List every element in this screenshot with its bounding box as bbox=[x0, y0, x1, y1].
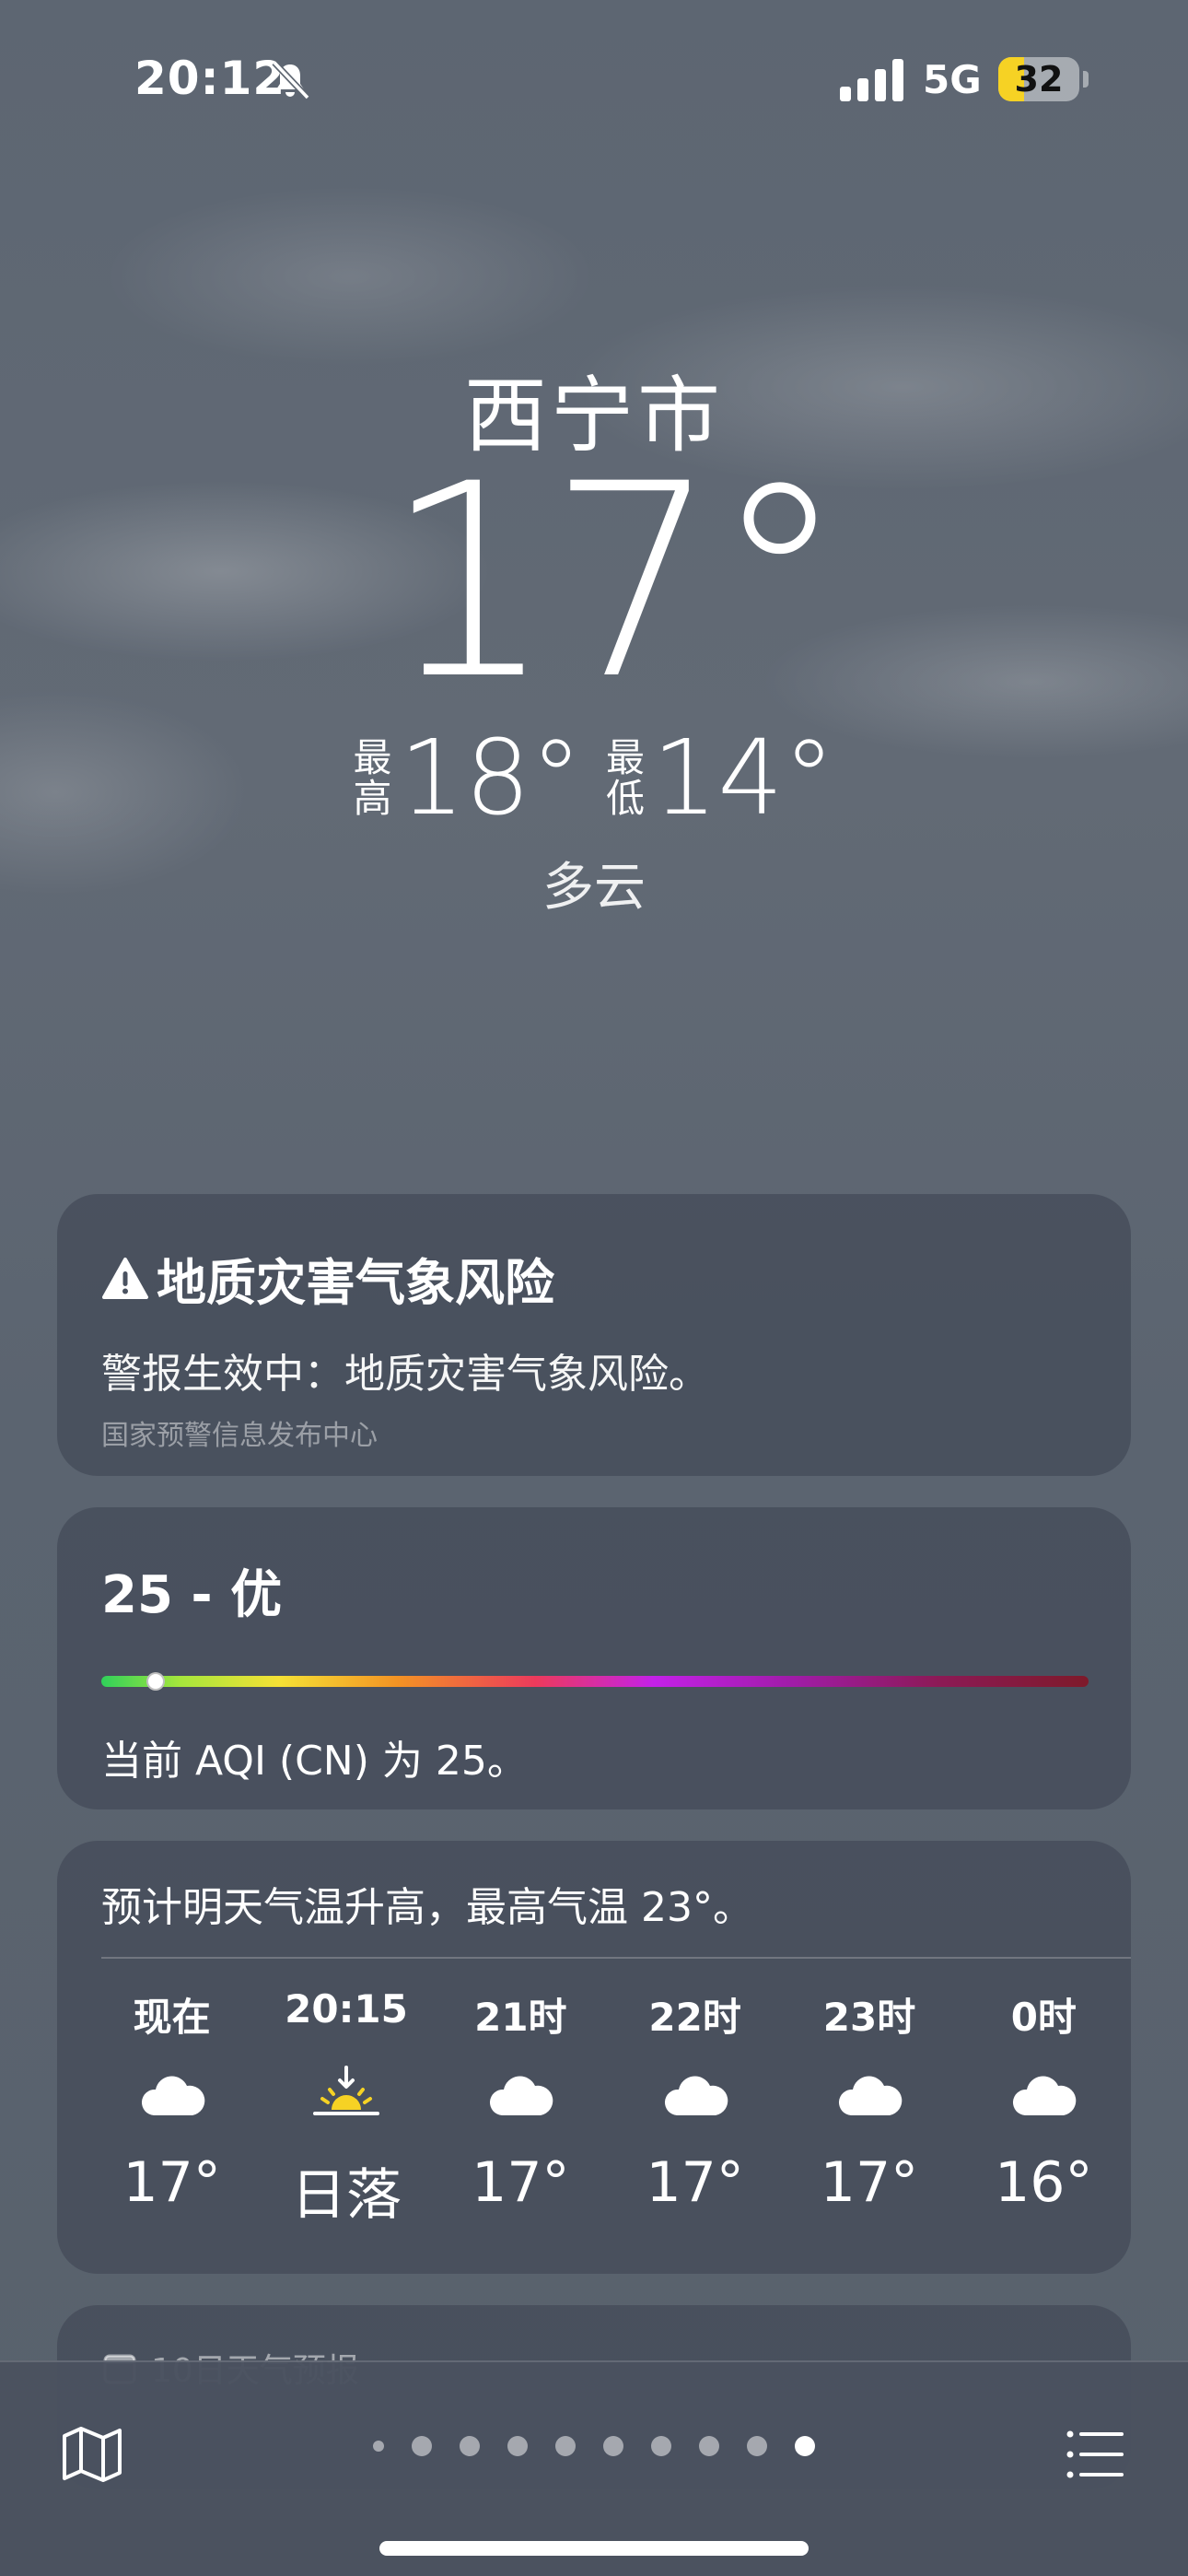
hour-value: 17° bbox=[472, 2150, 570, 2215]
cloud-icon bbox=[838, 2076, 903, 2115]
low-label-top: 最 bbox=[606, 735, 646, 780]
high-label: 最 高 bbox=[353, 738, 391, 819]
hour-item: 20:15 日落 bbox=[259, 1986, 433, 2231]
page-indicator[interactable] bbox=[0, 2436, 1188, 2456]
hour-item: 21时 17° bbox=[434, 1986, 608, 2231]
status-bar: 20:12 5G 32 bbox=[0, 0, 1188, 157]
cloud-icon bbox=[141, 2076, 204, 2115]
low-label-bottom: 低 bbox=[606, 776, 646, 821]
cloud-icon bbox=[1013, 2076, 1077, 2115]
air-quality-card[interactable]: 25 - 优 当前 AQI (CN) 为 25。 bbox=[57, 1507, 1131, 1809]
hour-item: 0时 16° bbox=[957, 1986, 1131, 2231]
weather-screen: 20:12 5G 32 西宁市 17° 最 高 18° 最 低 14° 多云 地… bbox=[0, 0, 1188, 2576]
hour-label: 20:15 bbox=[285, 1986, 408, 2032]
weather-condition: 多云 bbox=[542, 858, 646, 918]
high-label-bottom: 高 bbox=[353, 776, 392, 821]
page-dot[interactable] bbox=[507, 2436, 528, 2456]
divider bbox=[101, 1957, 1131, 1959]
hour-label: 23时 bbox=[822, 1995, 916, 2040]
page-dot[interactable] bbox=[699, 2436, 719, 2456]
page-dot[interactable] bbox=[603, 2436, 623, 2456]
signal-icon bbox=[840, 59, 903, 101]
alert-title: 地质灾害气象风险 bbox=[157, 1254, 554, 1312]
page-dot[interactable] bbox=[651, 2436, 671, 2456]
page-dot[interactable] bbox=[460, 2436, 480, 2456]
high-temperature-group: 最 高 18° bbox=[353, 727, 582, 830]
page-dot-active[interactable] bbox=[795, 2436, 815, 2456]
sunset-icon bbox=[312, 2066, 379, 2115]
aqi-value-label: 25 - 优 bbox=[101, 1565, 283, 1625]
battery-percent: 32 bbox=[1014, 59, 1064, 100]
weather-alert-card[interactable]: 地质灾害气象风险 警报生效中：地质灾害气象风险。 国家预警信息发布中心 bbox=[57, 1194, 1131, 1476]
hour-label: 21时 bbox=[474, 1995, 567, 2040]
hourly-summary: 预计明天气温升高，最高气温 23°。 bbox=[101, 1884, 753, 1931]
list-icon[interactable] bbox=[1061, 2421, 1127, 2488]
hour-value: 17° bbox=[122, 2150, 221, 2215]
page-dot[interactable] bbox=[373, 2441, 384, 2452]
hour-value: 日落 bbox=[290, 2163, 402, 2228]
page-dot[interactable] bbox=[747, 2436, 767, 2456]
aqi-indicator-dot bbox=[146, 1672, 165, 1691]
page-dot[interactable] bbox=[412, 2436, 432, 2456]
high-low-temperatures: 最 高 18° 最 低 14° bbox=[0, 727, 1188, 830]
high-temperature: 18° bbox=[399, 719, 582, 838]
bell-slash-icon bbox=[272, 60, 310, 100]
hour-item: 现在 17° bbox=[85, 1986, 259, 2231]
hour-item: 22时 17° bbox=[608, 1986, 782, 2231]
current-temperature: 17° bbox=[383, 427, 846, 738]
hourly-forecast-card[interactable]: 预计明天气温升高，最高气温 23°。 现在 17° 20:15 日落 21时 1… bbox=[57, 1841, 1131, 2274]
hour-label: 0时 bbox=[1010, 1995, 1077, 2040]
cloud-icon bbox=[490, 2076, 553, 2115]
alert-title-row: 地质灾害气象风险 bbox=[101, 1242, 1087, 1315]
high-label-top: 最 bbox=[353, 735, 392, 780]
aqi-description: 当前 AQI (CN) 为 25。 bbox=[101, 1738, 528, 1785]
aqi-scale-bar bbox=[101, 1672, 1089, 1691]
home-indicator[interactable] bbox=[379, 2541, 809, 2556]
hour-label: 22时 bbox=[648, 1995, 741, 2040]
warning-icon bbox=[102, 1257, 148, 1299]
low-temperature-group: 最 低 14° bbox=[606, 727, 835, 830]
low-temperature: 14° bbox=[652, 719, 835, 838]
alert-source: 国家预警信息发布中心 bbox=[101, 1420, 378, 1452]
network-type: 5G bbox=[923, 57, 982, 102]
low-label: 最 低 bbox=[606, 738, 645, 819]
page-dot[interactable] bbox=[555, 2436, 576, 2456]
status-time: 20:12 bbox=[134, 52, 286, 105]
alert-body: 警报生效中：地质灾害气象风险。 bbox=[101, 1351, 709, 1398]
hour-label: 现在 bbox=[133, 1995, 211, 2040]
hour-value: 17° bbox=[820, 2150, 919, 2215]
battery-indicator: 32 bbox=[998, 57, 1079, 101]
hourly-list[interactable]: 现在 17° 20:15 日落 21时 17° 22时 17° 23时 17° … bbox=[57, 1986, 1131, 2231]
hour-value: 16° bbox=[995, 2150, 1093, 2215]
cloud-icon bbox=[664, 2076, 728, 2115]
battery-nub bbox=[1083, 71, 1089, 88]
hour-item: 23时 17° bbox=[782, 1986, 956, 2231]
hour-value: 17° bbox=[646, 2150, 744, 2215]
